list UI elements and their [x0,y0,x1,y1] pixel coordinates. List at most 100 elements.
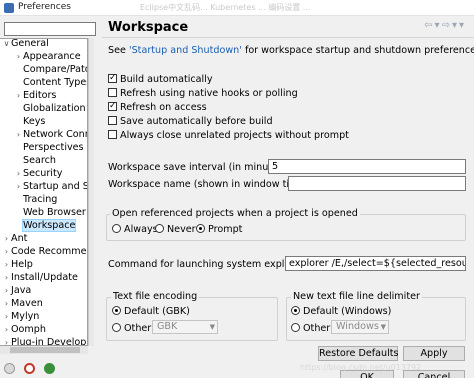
restore-defaults-button[interactable]: Restore Defaults [318,346,399,361]
radio-circle[interactable] [112,306,121,315]
see-suffix: for workspace startup and shutdown prefe… [241,45,474,56]
chevron-right-icon[interactable]: › [14,167,23,180]
tree-item[interactable]: › Editors [14,89,57,102]
apply-button[interactable]: Apply [403,346,465,361]
tree-item[interactable]: Globalization [14,102,86,115]
tree-item[interactable]: Keys [14,115,45,128]
tree-item[interactable]: Workspace [14,219,77,232]
radio-circle[interactable] [112,224,121,233]
help-icon[interactable] [4,363,15,374]
refresh-on-access-checkbox[interactable]: Refresh on access [108,100,207,114]
open-never-radio[interactable]: Never [155,223,196,236]
encoding-combo[interactable]: GBK ▼ [152,320,218,334]
chevron-right-icon[interactable]: › [2,284,11,297]
tree-item-label: Security [23,168,63,179]
chevron-right-icon[interactable]: › [14,50,23,63]
workspace-name-input[interactable] [288,176,466,191]
scrollbar-thumb[interactable] [10,347,80,353]
page-title: Workspace [108,20,189,35]
bottom-icons [4,363,61,375]
startup-shutdown-link[interactable]: 'Startup and Shutdown' [129,45,242,56]
checkbox-box[interactable] [108,100,117,113]
tree-item-label: Perspectives [23,142,84,153]
chevron-right-icon[interactable]: › [14,128,23,141]
tree-horizontal-scrollbar[interactable] [0,346,88,354]
tree-item[interactable]: › Help [2,258,33,271]
tree-item-label: Keys [23,116,46,127]
save-interval-input[interactable]: 5 [268,159,466,174]
tree-item-label: Java [11,285,32,296]
refresh-native-hooks-checkbox[interactable]: Refresh using native hooks or polling [108,87,298,100]
tree-item[interactable]: Web Browser [14,206,86,219]
tree-item[interactable]: › Plug-in Develop [2,336,86,345]
encoding-other-radio[interactable]: Other: [112,322,154,335]
radio-circle[interactable] [196,224,205,233]
tree-item[interactable]: ∨ General [2,38,49,50]
checkbox-box[interactable] [108,130,117,139]
tree-item-label: Ant [11,233,28,244]
tree-item[interactable]: › Mylyn [2,310,40,323]
chevron-right-icon[interactable]: › [14,180,23,193]
save-interval-label: Workspace save interval (in minutes): [108,162,290,173]
window-title: Preferences [18,2,71,12]
tree-item[interactable]: › Oomph [2,323,46,336]
filter-input[interactable] [4,22,96,36]
text-encoding-title: Text file encoding [111,291,200,302]
build-automatically-checkbox[interactable]: Build automatically [108,72,213,86]
close-unrelated-checkbox[interactable]: Always close unrelated projects without … [108,129,349,142]
chevron-right-icon[interactable]: › [2,336,11,345]
tree-item-label: Editors [23,90,57,101]
tree-item[interactable]: Perspectives [14,141,84,154]
preferences-tree[interactable]: ∨ General › Appearance Compare/Pato Content T… [0,38,88,346]
chevron-right-icon[interactable]: › [2,258,11,271]
radio-circle[interactable] [155,224,164,233]
chevron-right-icon[interactable]: › [14,89,23,102]
tree-item-label: Mylyn [11,311,40,322]
tree-item[interactable]: › Appearance [14,50,81,63]
chevron-right-icon[interactable]: › [2,245,11,258]
tree-item[interactable]: › Java [2,284,31,297]
save-before-build-checkbox[interactable]: Save automatically before build [108,115,273,128]
tree-item[interactable]: › Maven [2,297,43,310]
tree-item[interactable]: › Ant [2,232,28,245]
encoding-default-radio[interactable]: Default (GBK) [112,305,190,318]
chevron-right-icon[interactable]: › [2,271,11,284]
radio-circle[interactable] [291,306,300,315]
delimiter-combo[interactable]: Windows ▼ [331,320,389,334]
nav-arrows-icon[interactable]: ⇦▾⇨▾▾ [424,20,466,31]
tree-item[interactable]: Search [14,154,56,167]
chevron-down-icon[interactable]: ∨ [2,39,11,50]
chevron-right-icon[interactable]: › [2,323,11,336]
tree-item[interactable]: › Security [14,167,63,180]
tree-item-label: Compare/Pato [23,64,88,75]
tree-item[interactable]: › Code Recommen [2,245,88,258]
delimiter-other-radio[interactable]: Other: [291,322,333,335]
record-icon[interactable] [24,363,36,374]
tree-item[interactable]: › Network Conn [14,128,87,141]
radio-circle[interactable] [291,323,300,332]
tree-item[interactable]: › Startup and Sh [14,180,87,193]
checkbox-box[interactable] [108,72,117,85]
tree-item-label: Code Recommen [11,246,88,257]
checkbox-box[interactable] [108,116,117,125]
tree-item-label: General [11,38,49,49]
open-prompt-radio[interactable]: Prompt [196,223,242,236]
see-prefix: See [108,45,129,56]
tree-item-label: Help [11,259,33,270]
chevron-right-icon[interactable]: › [2,310,11,323]
tree-item[interactable]: Content Types [14,76,87,89]
radio-circle[interactable] [112,323,121,332]
tree-item[interactable]: Compare/Pato [14,63,88,76]
open-always-radio[interactable]: Always [112,223,158,236]
checkbox-box[interactable] [108,88,117,97]
tree-item[interactable]: › Install/Update [2,271,78,284]
open-projects-title: Open referenced projects when a project … [110,208,360,219]
chevron-right-icon[interactable]: › [2,297,11,310]
line-delimiter-title: New text file line delimiter [291,291,422,302]
tree-item[interactable]: Tracing [14,193,57,206]
import-icon[interactable] [44,363,56,374]
explorer-command-input[interactable]: explorer /E,/select=${selected_resource_… [285,256,466,271]
tree-splitter[interactable] [88,38,94,346]
delimiter-default-radio[interactable]: Default (Windows) [291,305,391,318]
chevron-right-icon[interactable]: › [2,232,11,245]
